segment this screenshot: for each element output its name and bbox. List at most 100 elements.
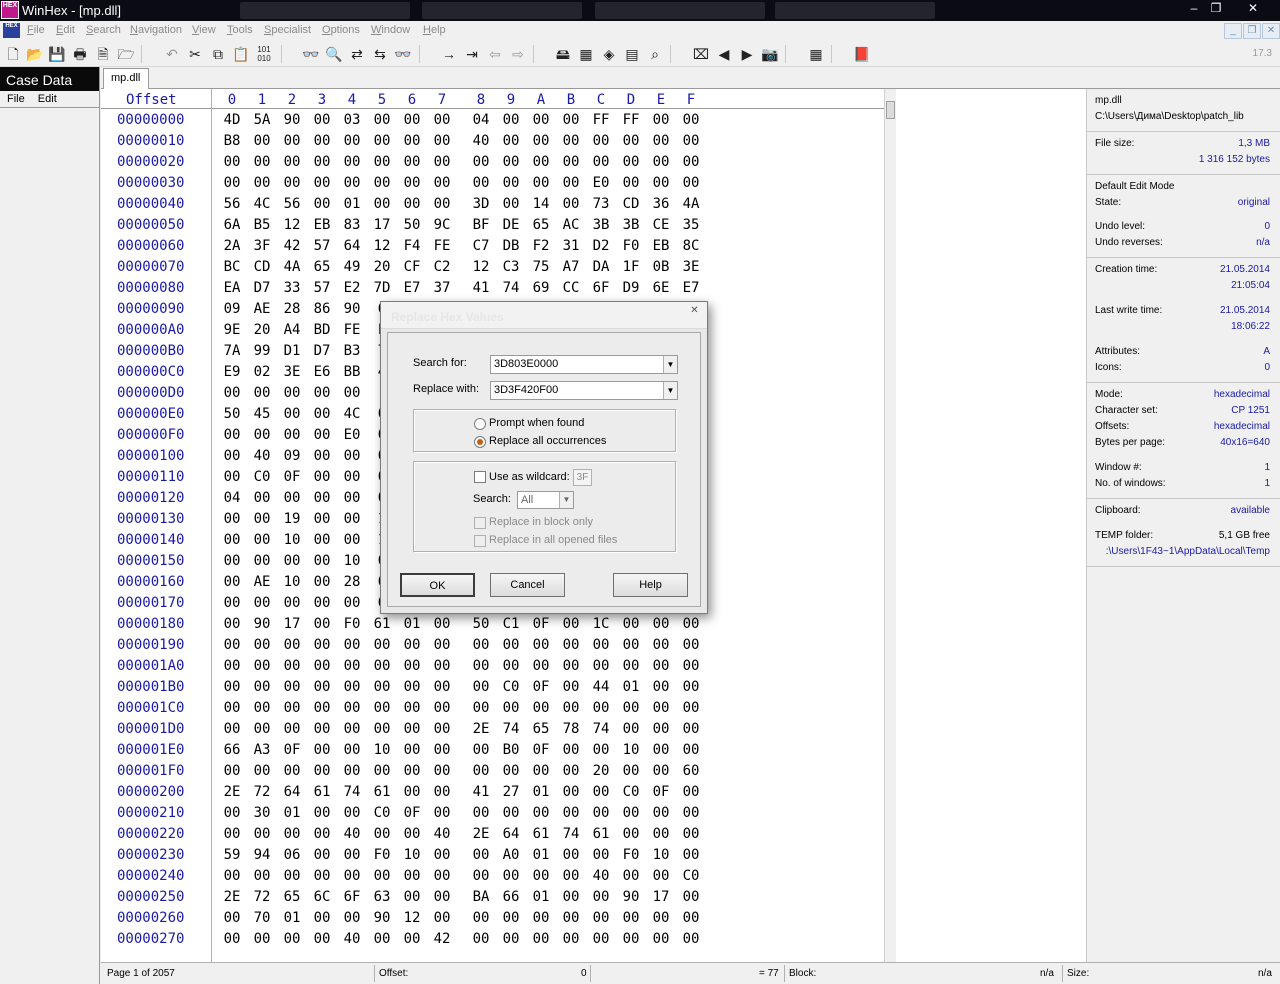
hex-byte[interactable]: F0 xyxy=(620,236,642,257)
hex-byte[interactable]: 0F xyxy=(530,614,552,635)
hex-byte[interactable]: B3 xyxy=(341,341,363,362)
hex-byte[interactable]: 00 xyxy=(560,656,582,677)
hex-byte[interactable]: 73 xyxy=(590,194,612,215)
hex-byte[interactable]: 17 xyxy=(281,614,303,635)
hex-byte[interactable]: 00 xyxy=(431,908,453,929)
hex-byte[interactable]: 00 xyxy=(281,131,303,152)
hex-byte[interactable]: 41 xyxy=(470,278,492,299)
hex-byte[interactable]: 00 xyxy=(560,635,582,656)
ok-button[interactable]: OK xyxy=(400,573,475,597)
replace-hex-icon[interactable]: ⇆ xyxy=(371,45,389,63)
scrollbar-thumb[interactable] xyxy=(886,101,895,119)
hex-byte[interactable]: 00 xyxy=(221,551,243,572)
hex-byte[interactable]: 00 xyxy=(341,593,363,614)
hex-byte[interactable]: 00 xyxy=(281,383,303,404)
hex-byte[interactable]: 59 xyxy=(221,845,243,866)
hex-byte[interactable]: DE xyxy=(500,215,522,236)
hex-byte[interactable]: 90 xyxy=(371,908,393,929)
hex-byte[interactable]: 00 xyxy=(401,887,423,908)
help-book-icon[interactable]: 📕 xyxy=(853,45,871,63)
hex-byte[interactable]: 00 xyxy=(431,845,453,866)
menu-window[interactable]: Window xyxy=(371,24,410,36)
hex-byte[interactable]: 00 xyxy=(401,866,423,887)
hex-byte[interactable]: 4D xyxy=(221,110,243,131)
hex-byte[interactable]: 00 xyxy=(560,152,582,173)
goto-offset-icon[interactable]: → xyxy=(440,45,458,63)
hex-byte[interactable]: 6C xyxy=(311,887,333,908)
hex-byte[interactable]: 00 xyxy=(311,929,333,950)
hex-byte[interactable]: D9 xyxy=(620,278,642,299)
hex-byte[interactable]: 00 xyxy=(371,824,393,845)
hex-byte[interactable]: 00 xyxy=(311,845,333,866)
hex-byte[interactable]: 00 xyxy=(371,635,393,656)
mdi-restore-button[interactable]: ❐ xyxy=(1243,23,1261,39)
hex-byte[interactable]: 00 xyxy=(590,656,612,677)
hex-byte[interactable]: 04 xyxy=(470,110,492,131)
background-tab[interactable] xyxy=(775,2,935,19)
hex-byte[interactable]: 00 xyxy=(221,509,243,530)
hex-byte[interactable]: 00 xyxy=(221,677,243,698)
hex-byte[interactable]: 40 xyxy=(590,866,612,887)
hex-byte[interactable]: 00 xyxy=(650,614,672,635)
hex-byte[interactable]: 00 xyxy=(401,740,423,761)
hex-byte[interactable]: 00 xyxy=(251,719,273,740)
hex-byte[interactable]: 00 xyxy=(371,152,393,173)
hex-byte[interactable]: 00 xyxy=(251,530,273,551)
hex-byte[interactable]: 00 xyxy=(221,530,243,551)
hex-byte[interactable]: 01 xyxy=(341,194,363,215)
hex-byte[interactable]: 00 xyxy=(500,929,522,950)
hex-byte[interactable]: 00 xyxy=(221,656,243,677)
hex-byte[interactable]: 00 xyxy=(371,131,393,152)
hex-byte[interactable]: 01 xyxy=(620,677,642,698)
hex-byte[interactable]: 00 xyxy=(341,761,363,782)
previous-icon[interactable]: ◀ xyxy=(715,45,733,63)
hex-byte[interactable]: 50 xyxy=(221,404,243,425)
menu-view[interactable]: View xyxy=(192,24,216,36)
hex-byte[interactable]: 4A xyxy=(680,194,702,215)
hex-byte[interactable]: FF xyxy=(590,110,612,131)
hex-byte[interactable]: 00 xyxy=(221,698,243,719)
case-menu-edit[interactable]: Edit xyxy=(38,93,57,105)
hex-byte[interactable]: CE xyxy=(650,215,672,236)
vertical-scrollbar[interactable] xyxy=(884,89,896,962)
hex-byte[interactable]: 00 xyxy=(680,698,702,719)
hex-byte[interactable]: 00 xyxy=(251,761,273,782)
hex-byte[interactable]: BD xyxy=(311,320,333,341)
hex-byte[interactable]: 00 xyxy=(680,782,702,803)
hex-byte[interactable]: EB xyxy=(311,215,333,236)
hex-byte[interactable]: 6E xyxy=(650,278,672,299)
hex-byte[interactable]: 74 xyxy=(560,824,582,845)
hex-byte[interactable]: 69 xyxy=(530,278,552,299)
hex-byte[interactable]: 01 xyxy=(530,782,552,803)
hex-byte[interactable]: 50 xyxy=(470,614,492,635)
hex-byte[interactable]: 02 xyxy=(251,362,273,383)
hex-byte[interactable]: 00 xyxy=(221,761,243,782)
hex-byte[interactable]: 00 xyxy=(680,635,702,656)
hex-byte[interactable]: 00 xyxy=(311,110,333,131)
hex-byte[interactable]: A3 xyxy=(251,740,273,761)
hex-byte[interactable]: 00 xyxy=(560,845,582,866)
hex-byte[interactable]: 00 xyxy=(221,908,243,929)
hex-byte[interactable]: 00 xyxy=(431,194,453,215)
hex-byte[interactable]: 8C xyxy=(680,236,702,257)
hex-byte[interactable]: 06 xyxy=(281,845,303,866)
hex-byte[interactable]: 00 xyxy=(431,173,453,194)
hex-byte[interactable]: 00 xyxy=(221,929,243,950)
hex-byte[interactable]: 00 xyxy=(341,698,363,719)
hex-byte[interactable]: 00 xyxy=(251,509,273,530)
find-text-icon[interactable]: 👓 xyxy=(302,45,320,63)
hex-byte[interactable]: 00 xyxy=(530,761,552,782)
hex-byte[interactable]: 00 xyxy=(251,677,273,698)
hex-byte[interactable]: 00 xyxy=(221,572,243,593)
hex-byte[interactable]: 12 xyxy=(401,908,423,929)
hex-byte[interactable]: 00 xyxy=(680,656,702,677)
hex-byte[interactable]: 00 xyxy=(650,803,672,824)
hex-byte[interactable]: 00 xyxy=(341,152,363,173)
hex-byte[interactable]: 3F xyxy=(251,236,273,257)
hex-byte[interactable]: 66 xyxy=(500,887,522,908)
hex-byte[interactable]: 10 xyxy=(281,530,303,551)
hex-byte[interactable]: A4 xyxy=(281,320,303,341)
hex-byte[interactable]: 74 xyxy=(590,719,612,740)
text-pane[interactable] xyxy=(896,89,1086,962)
hex-byte[interactable]: 00 xyxy=(341,467,363,488)
